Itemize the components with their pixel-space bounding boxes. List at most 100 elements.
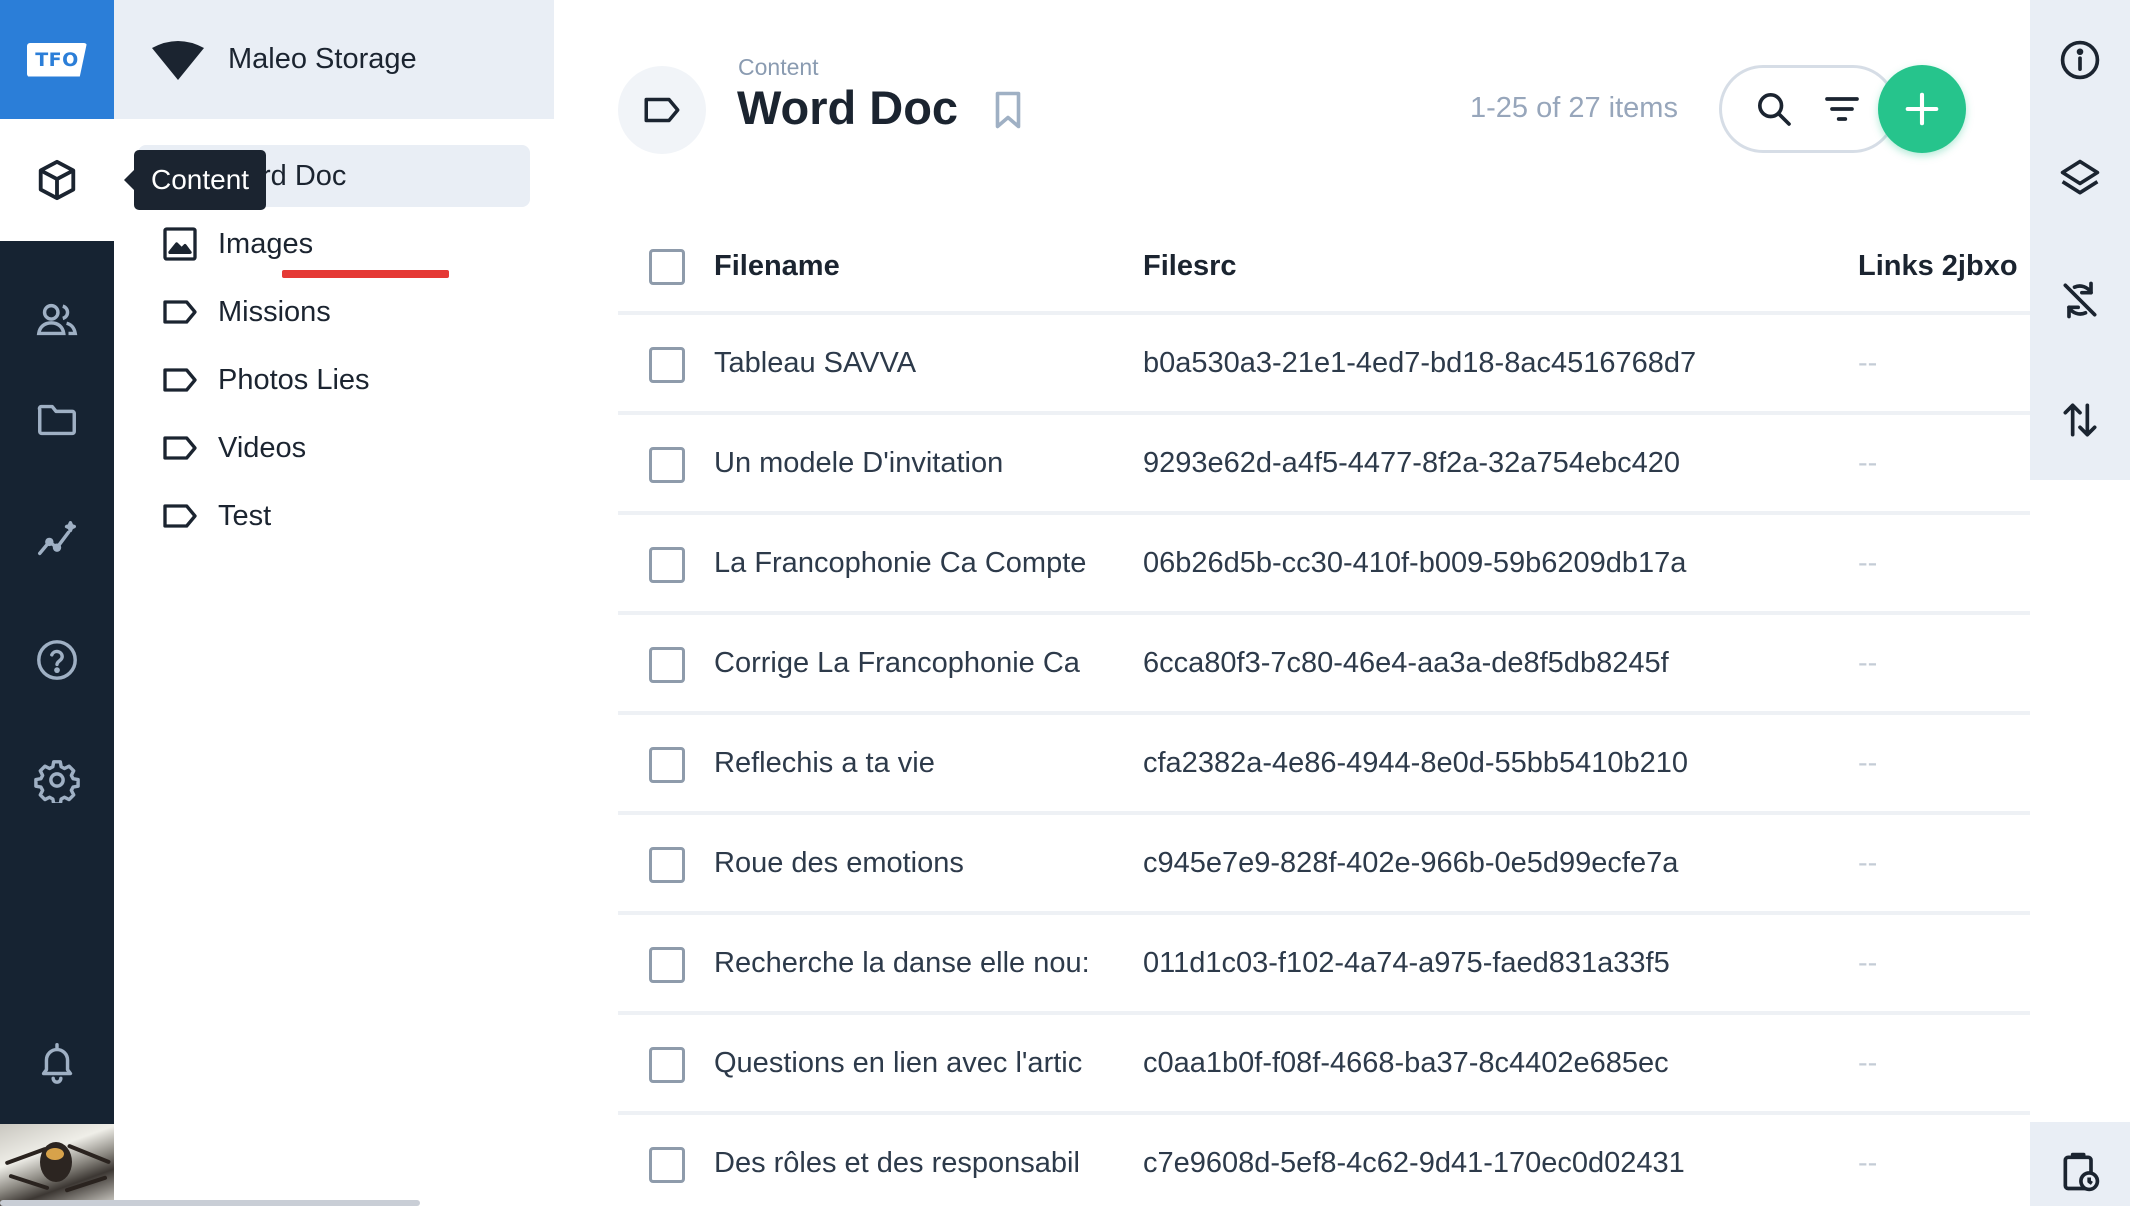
tag-icon: [163, 504, 197, 528]
clipboard-clock-icon: [2063, 1152, 2100, 1192]
right-tool-rail: [2030, 0, 2130, 480]
tooltip-text: Content: [151, 164, 250, 195]
page-title: Word Doc: [737, 81, 959, 134]
help-icon: [37, 640, 77, 680]
workspace-header[interactable]: Maleo Storage: [114, 0, 554, 119]
sidebar-item-label: Images: [218, 227, 314, 260]
cell-links: --: [1858, 447, 1878, 479]
cell-filesrc: 011d1c03-f102-4a74-a975-faed831a33f5: [1143, 947, 1670, 979]
row-checkbox[interactable]: [649, 447, 685, 483]
row-checkbox[interactable]: [649, 847, 685, 883]
tag-icon: [163, 368, 197, 392]
cell-links: --: [1858, 647, 1878, 679]
table-row[interactable]: Recherche la danse elle nou: 011d1c03-f1…: [618, 915, 2030, 1015]
cell-filesrc: 6cca80f3-7c80-46e4-aa3a-de8f5db8245f: [1143, 647, 1669, 679]
cell-filename: Questions en lien avec l'artic: [714, 1047, 1083, 1079]
column-header-links[interactable]: Links 2jbxo: [1858, 250, 2018, 283]
tfo-logo[interactable]: TFO: [0, 0, 114, 119]
layers-icon: [2060, 159, 2100, 195]
filter-icon[interactable]: [1822, 89, 1862, 129]
breadcrumb[interactable]: Content: [738, 54, 819, 81]
settings-icon: [34, 760, 80, 803]
table-row[interactable]: Reflechis a ta vie cfa2382a-4e86-4944-8e…: [618, 715, 2030, 815]
table-row[interactable]: Un modele D'invitation 9293e62d-a4f5-447…: [618, 415, 2030, 515]
row-checkbox[interactable]: [649, 647, 685, 683]
cell-filename: Roue des emotions: [714, 847, 964, 879]
add-item-button[interactable]: [1878, 65, 1966, 153]
content-tooltip: Content: [123, 150, 267, 210]
cell-filename: La Francophonie Ca Compte: [714, 547, 1087, 579]
table-row[interactable]: Des rôles et des responsabil c7e9608d-5e…: [618, 1115, 2030, 1206]
row-checkbox[interactable]: [649, 1147, 685, 1183]
table-row[interactable]: Tableau SAVVA b0a530a3-21e1-4ed7-bd18-8a…: [618, 315, 2030, 415]
wifi-icon: [152, 40, 204, 80]
table-row[interactable]: Corrige La Francophonie Ca 6cca80f3-7c80…: [618, 615, 2030, 715]
horizontal-scrollbar[interactable]: [0, 1200, 420, 1206]
info-button[interactable]: [2030, 10, 2130, 110]
cell-filesrc: b0a530a3-21e1-4ed7-bd18-8ac4516768d7: [1143, 347, 1697, 379]
sidebar-item-label: Missions: [218, 295, 331, 328]
search-icon[interactable]: [1754, 89, 1794, 129]
logo-text: TFO: [35, 48, 79, 71]
table-row[interactable]: Roue des emotions c945e7e9-828f-402e-966…: [618, 815, 2030, 915]
sort-button[interactable]: [2030, 370, 2130, 470]
users-icon: [36, 303, 78, 336]
bookmark-icon[interactable]: [990, 90, 1026, 130]
image-icon: [163, 227, 197, 261]
tag-icon: [163, 436, 197, 460]
logo-badge: TFO: [27, 42, 87, 77]
cell-filesrc: 9293e62d-a4f5-4477-8f2a-32a754ebc420: [1143, 447, 1680, 479]
cube-icon: [38, 159, 76, 201]
user-avatar[interactable]: [0, 1124, 114, 1206]
cell-links: --: [1858, 847, 1878, 879]
sort-arrows-icon: [2063, 403, 2097, 437]
column-header-filename[interactable]: Filename: [714, 250, 1120, 283]
nav-help-button[interactable]: [0, 610, 114, 710]
sidebar-item-missions[interactable]: Missions: [138, 281, 530, 343]
sidebar-item-photos-lies[interactable]: Photos Lies: [138, 349, 530, 411]
main-content: Content Word Doc 1-25 of 27 items Filena…: [554, 0, 2030, 1206]
bell-icon: [41, 1043, 73, 1084]
nav-users-button[interactable]: [0, 270, 114, 370]
cell-links: --: [1858, 747, 1878, 779]
row-checkbox[interactable]: [649, 547, 685, 583]
row-checkbox[interactable]: [649, 747, 685, 783]
cell-filesrc: 06b26d5b-cc30-410f-b009-59b6209db17a: [1143, 547, 1687, 579]
column-header-filesrc[interactable]: Filesrc: [1143, 250, 1783, 283]
nav-files-button[interactable]: [0, 370, 114, 470]
cell-filesrc: c945e7e9-828f-402e-966b-0e5d99ecfe7a: [1143, 847, 1679, 879]
cell-filename: Reflechis a ta vie: [714, 747, 935, 779]
workspace-name: Maleo Storage: [228, 43, 417, 75]
sidebar-item-test[interactable]: Test: [138, 485, 530, 547]
layers-button[interactable]: [2030, 128, 2130, 228]
nav-analytics-button[interactable]: [0, 490, 114, 590]
cell-links: --: [1858, 1047, 1878, 1079]
select-all-checkbox[interactable]: [649, 249, 685, 285]
nav-content-button[interactable]: [0, 119, 114, 241]
cell-filename: Recherche la danse elle nou:: [714, 947, 1090, 979]
row-checkbox[interactable]: [649, 947, 685, 983]
clipboard-button[interactable]: [2030, 1122, 2130, 1206]
folder-icon: [37, 404, 76, 436]
sidebar-item-videos[interactable]: Videos: [138, 417, 530, 479]
cell-filename: Corrige La Francophonie Ca: [714, 647, 1080, 679]
cell-filesrc: c7e9608d-5ef8-4c62-9d41-170ec0d02431: [1143, 1147, 1685, 1179]
cell-links: --: [1858, 547, 1878, 579]
cell-filesrc: c0aa1b0f-f08f-4668-ba37-8c4402e685ec: [1143, 1047, 1669, 1079]
table-row[interactable]: La Francophonie Ca Compte 06b26d5b-cc30-…: [618, 515, 2030, 615]
nav-notifications-button[interactable]: [0, 1012, 114, 1112]
sync-toggle-button[interactable]: [2030, 250, 2130, 350]
table-row[interactable]: Questions en lien avec l'artic c0aa1b0f-…: [618, 1015, 2030, 1115]
tag-icon: [644, 97, 680, 123]
row-checkbox[interactable]: [649, 1047, 685, 1083]
right-rail-footer: [2030, 1122, 2130, 1206]
row-checkbox[interactable]: [649, 347, 685, 383]
nav-settings-button[interactable]: [0, 730, 114, 830]
sync-disabled-icon: [2063, 281, 2097, 319]
item-count: 1-25 of 27 items: [1470, 92, 1678, 124]
cell-filename: Un modele D'invitation: [714, 447, 1004, 479]
sidebar-item-images[interactable]: Images: [138, 213, 530, 275]
sidebar-item-label: Photos Lies: [218, 363, 370, 396]
main-nav-rail: TFO: [0, 0, 114, 1206]
sidebar-item-label: Test: [218, 499, 272, 532]
